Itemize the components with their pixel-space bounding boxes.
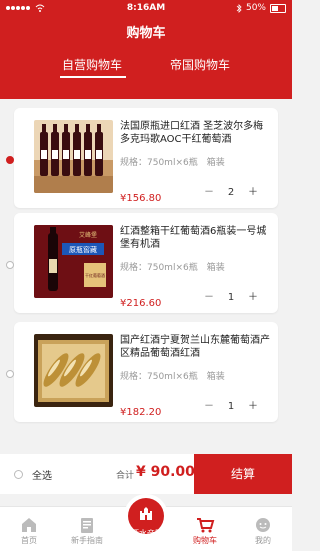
nav-guide[interactable]: 新手指南	[58, 507, 116, 551]
quantity-stepper: － 2 ＋	[200, 185, 270, 201]
minus-button[interactable]: －	[200, 185, 218, 201]
settle-button[interactable]: 结算	[194, 454, 292, 494]
product-price: ¥182.20	[120, 407, 162, 418]
quantity-stepper: － 1 ＋	[200, 399, 270, 415]
cart-item: 国产红酒宁夏贺兰山东麓葡萄酒产区精品葡萄酒红酒 规格：750ml×6瓶 箱装 ¥…	[6, 322, 278, 422]
product-spec: 规格：750ml×6瓶 箱装	[120, 372, 225, 382]
page-title: 购物车	[126, 26, 166, 41]
nav-cart[interactable]: 购物车	[176, 507, 234, 551]
battery-icon	[270, 3, 286, 13]
product-price: ¥156.80	[120, 193, 162, 204]
cart-tabs: 自营购物车 帝国购物车	[0, 56, 292, 80]
quantity-stepper: － 1 ＋	[200, 290, 270, 306]
guide-icon	[81, 518, 93, 533]
header-bar: 8:16AM 50% 购物车 自营购物车 帝国购物车	[0, 0, 292, 99]
plus-button[interactable]: ＋	[244, 185, 262, 201]
select-all-label[interactable]: 全选	[32, 467, 52, 482]
thumb-badge-text: 艾峰堡	[79, 231, 97, 239]
nav-cart-label: 购物车	[193, 536, 217, 545]
bluetooth-icon	[236, 3, 242, 13]
quantity-value[interactable]: 2	[222, 185, 240, 201]
plus-button[interactable]: ＋	[244, 399, 262, 415]
product-spec: 规格：750ml×6瓶 箱装	[120, 158, 225, 168]
product-name[interactable]: 红酒整箱干红葡萄酒6瓶装一号城堡有机酒	[120, 225, 272, 251]
battery-percent: 50%	[245, 3, 266, 13]
item-select-radio[interactable]	[6, 261, 14, 269]
cart-list: 法国原瓶进口红酒 圣芝波尔多梅多克玛歌AOC干红葡萄酒 规格：750ml×6瓶 …	[0, 99, 292, 454]
product-image[interactable]: 原瓶窖藏 艾峰堡 干红葡萄酒	[34, 225, 113, 298]
cart-item: 法国原瓶进口红酒 圣芝波尔多梅多克玛歌AOC干红葡萄酒 规格：750ml×6瓶 …	[6, 108, 278, 208]
nav-home[interactable]: 首页	[0, 507, 58, 551]
cart-item: 原瓶窖藏 艾峰堡 干红葡萄酒 红酒整箱干红葡萄酒6瓶装一号城堡有机酒 规格：75…	[6, 213, 278, 313]
quantity-value[interactable]: 1	[222, 290, 240, 306]
cart-icon	[197, 518, 215, 533]
product-price: ¥216.60	[120, 298, 162, 309]
product-image[interactable]	[34, 120, 113, 193]
tab-self-cart[interactable]: 自营购物车	[62, 56, 122, 73]
total-label: 合计	[116, 471, 135, 481]
item-select-radio[interactable]	[6, 156, 14, 164]
status-right: 50%	[236, 3, 286, 13]
select-all-radio[interactable]	[14, 470, 23, 479]
thumb-banner-text: 原瓶窖藏	[69, 245, 97, 254]
nav-empire-label: 酒水帝国	[131, 529, 163, 538]
product-name[interactable]: 法国原瓶进口红酒 圣芝波尔多梅多克玛歌AOC干红葡萄酒	[120, 120, 272, 146]
plus-button[interactable]: ＋	[244, 290, 262, 306]
castle-icon	[140, 507, 152, 520]
status-bar: 8:16AM 50%	[0, 0, 292, 16]
thumb-side-text: 干红葡萄酒	[85, 272, 105, 278]
profile-icon	[256, 518, 270, 532]
tab-empire-cart[interactable]: 帝国购物车	[170, 56, 230, 73]
active-tab-indicator	[60, 76, 126, 78]
minus-button[interactable]: －	[200, 399, 218, 415]
total-value: ¥ 90.00	[136, 464, 195, 480]
nav-profile-label: 我的	[255, 536, 271, 545]
product-name[interactable]: 国产红酒宁夏贺兰山东麓葡萄酒产区精品葡萄酒红酒	[120, 334, 272, 360]
quantity-value[interactable]: 1	[222, 399, 240, 415]
item-select-radio[interactable]	[6, 370, 14, 378]
minus-button[interactable]: －	[200, 290, 218, 306]
product-image[interactable]	[34, 334, 113, 407]
nav-profile[interactable]: 我的	[234, 507, 292, 551]
checkout-bar: 全选 合计 ¥ 90.00 结算	[0, 454, 292, 494]
product-spec: 规格：750ml×6瓶 箱装	[120, 263, 225, 273]
home-icon	[22, 518, 36, 532]
nav-guide-label: 新手指南	[71, 536, 103, 545]
nav-home-label: 首页	[21, 536, 37, 545]
